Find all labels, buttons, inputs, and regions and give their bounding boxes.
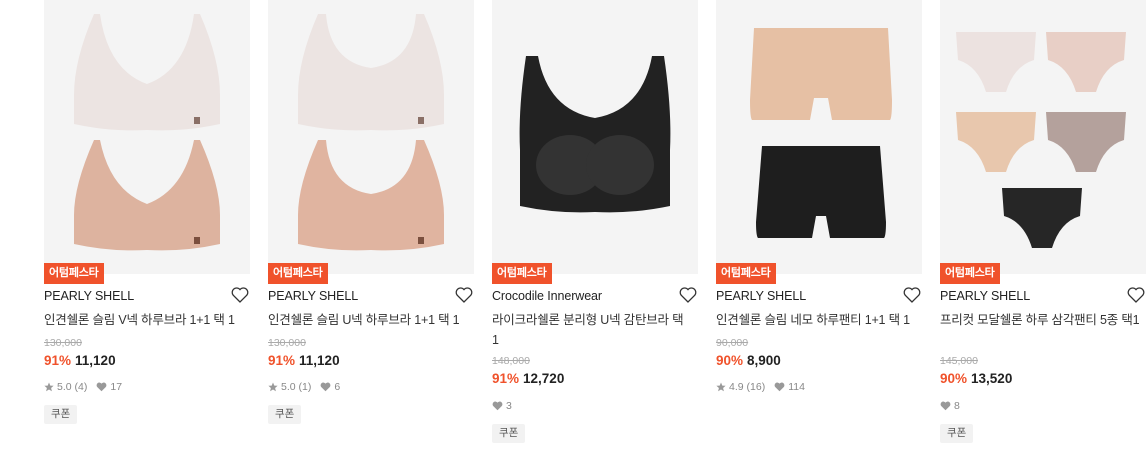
discount-rate: 90% [940,371,968,386]
sale-price: 13,520 [971,371,1013,386]
product-title[interactable]: 인견쉘론 슬림 네모 하루팬티 1+1 택 1 [716,310,916,330]
original-price: 130,000 [268,337,306,349]
heart-filled-icon [96,382,107,392]
product-photo-bra-black [519,56,671,213]
festa-badge: 어텀페스타 [268,263,328,284]
original-price: 130,000 [44,337,82,349]
festa-badge: 어텀페스타 [492,263,552,284]
festa-badge: 어텀페스타 [44,263,104,284]
sale-price: 11,120 [299,353,340,368]
discount-rate: 91% [44,353,72,368]
like-count: 114 [788,381,805,393]
star-icon [268,382,278,392]
brand-name[interactable]: PEARLY SHELL [716,289,806,303]
product-image[interactable] [716,0,922,274]
star-icon [44,382,54,392]
price-row: 90% 8,900 [716,353,781,368]
like-count: 3 [506,400,512,412]
rating-value: 4.9 [729,381,744,393]
sale-price: 12,720 [523,371,565,386]
wishlist-heart-icon[interactable] [454,285,474,305]
price-row: 91% 11,120 [268,353,340,368]
sale-price: 8,900 [747,353,781,368]
product-photo-bras [298,14,444,251]
review-count: (1) [298,381,312,393]
discount-rate: 90% [716,353,744,368]
brand-name[interactable]: PEARLY SHELL [268,289,358,303]
festa-badge: 어텀페스타 [716,263,776,284]
price-row: 91% 11,120 [44,353,116,368]
product-image[interactable] [44,0,250,274]
heart-filled-icon [940,401,951,411]
review-count: (4) [74,381,88,393]
original-price: 90,000 [716,337,749,349]
festa-badge: 어텀페스타 [940,263,1000,284]
wishlist-heart-icon[interactable] [1126,285,1146,305]
coupon-tag: 쿠폰 [268,405,302,424]
discount-rate: 91% [268,353,296,368]
heart-filled-icon [320,382,331,392]
wishlist-heart-icon[interactable] [230,285,250,305]
product-photo-shorts [750,28,892,238]
star-icon [716,382,726,392]
product-title[interactable]: 라이크라쉘론 분리형 U넥 감탄브라 택 1 [492,310,692,350]
rating-value: 5.0 [281,381,296,393]
product-image[interactable] [492,0,698,274]
product-title[interactable]: 프리컷 모달쉘론 하루 삼각팬티 5종 택1 [940,310,1140,330]
review-count: (16) [746,381,766,393]
review-meta: 5.0 (1) 6 [268,381,340,393]
review-meta: 3 [492,400,512,412]
review-meta: 8 [940,400,960,412]
heart-filled-icon [774,382,785,392]
review-meta: 4.9 (16) 114 [716,381,805,393]
sale-price: 11,120 [75,353,116,368]
heart-filled-icon [492,401,503,411]
wishlist-heart-icon[interactable] [678,285,698,305]
discount-rate: 91% [492,371,520,386]
brand-name[interactable]: PEARLY SHELL [940,289,1030,303]
product-photo-bras [74,14,220,251]
coupon-tag: 쿠폰 [940,424,974,443]
brand-name[interactable]: Crocodile Innerwear [492,289,602,303]
product-image[interactable] [268,0,474,274]
original-price: 148,000 [492,355,530,367]
rating-value: 5.0 [57,381,72,393]
product-title[interactable]: 인견쉘론 슬림 U넥 하루브라 1+1 택 1 [268,310,468,330]
price-row: 91% 12,720 [492,371,564,386]
brand-name[interactable]: PEARLY SHELL [44,289,134,303]
like-count: 6 [334,381,341,393]
product-title[interactable]: 인견쉘론 슬림 V넥 하루브라 1+1 택 1 [44,310,244,330]
product-image[interactable] [940,0,1146,274]
like-count: 17 [110,381,123,393]
like-count: 8 [954,400,960,412]
original-price: 145,000 [940,355,978,367]
coupon-tag: 쿠폰 [44,405,78,424]
review-meta: 5.0 (4) 17 [44,381,122,393]
product-photo-panties [956,32,1126,248]
price-row: 90% 13,520 [940,371,1012,386]
coupon-tag: 쿠폰 [492,424,526,443]
wishlist-heart-icon[interactable] [902,285,922,305]
